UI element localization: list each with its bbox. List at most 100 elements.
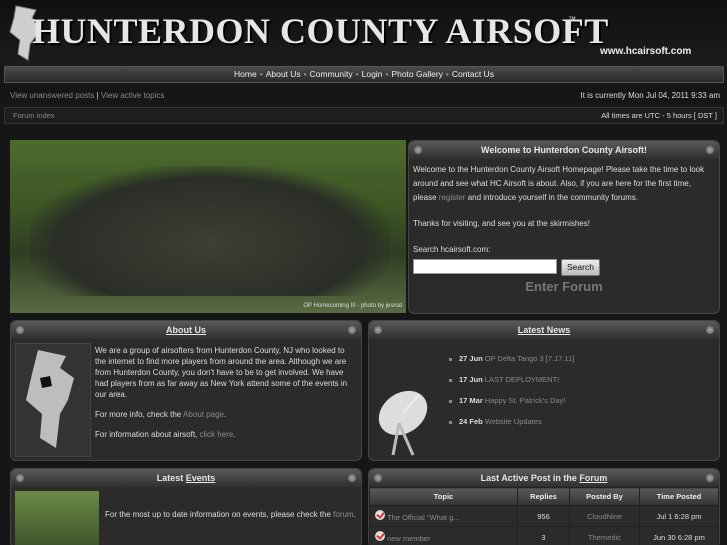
period: . [353, 510, 356, 519]
about-header: About Us [11, 321, 361, 339]
about-more-text: For more info, check the [95, 410, 184, 419]
nav-community[interactable]: Community [310, 69, 353, 79]
topic-link[interactable]: The Official "What g... [387, 513, 460, 522]
photo-caption: OP Homecoming III - photo by jesrod [303, 303, 402, 309]
col-replies: Replies [517, 487, 570, 506]
events-panel: Latest Events For the most up to date in… [10, 468, 362, 545]
news-date: 17 Mar [459, 396, 483, 405]
site-url: www.hcairsoft.com [600, 46, 692, 57]
rivet-icon [706, 146, 714, 154]
rivet-icon [374, 474, 382, 482]
col-topic: Topic [369, 487, 518, 506]
table-row[interactable]: new member 3 Themedic Jun 30 6:28 pm [369, 526, 719, 545]
news-panel: Latest News 27 Jun OP Delta Tango 3 [7.17… [368, 320, 720, 461]
rivet-icon [706, 474, 714, 482]
active-post-panel: Last Active Post in the Forum Topic Repl… [368, 468, 720, 545]
unanswered-posts-link[interactable]: View unanswered posts [10, 91, 94, 100]
period: . [223, 410, 227, 419]
timezone-info: All times are UTC - 5 hours [ DST ] [601, 111, 717, 120]
rivet-icon [16, 474, 24, 482]
main-nav: Home • About Us • Community • Login • Photo Gall… [4, 66, 724, 83]
nav-login[interactable]: Login [362, 69, 383, 79]
topic-cell: The Official "What g... [369, 505, 518, 527]
news-item[interactable]: 17 Mar Happy St. Patrick's Day! [449, 393, 574, 414]
col-posted-by: Posted By [569, 487, 640, 506]
time-cell: Jul 1 6:28 pm [639, 505, 719, 527]
period: . [233, 430, 236, 439]
events-title-text: Latest [156, 473, 186, 483]
events-link[interactable]: Events [186, 473, 216, 483]
bullet-icon [449, 399, 452, 403]
bullet-icon [449, 357, 452, 361]
group-photo: OP Homecoming III - photo by jesrod [10, 140, 406, 313]
sub-bar: View unanswered posts | View active topi… [4, 87, 724, 104]
events-text: For the most up to date information on e… [105, 491, 356, 545]
news-link[interactable]: Happy St. Patrick's Day! [485, 396, 566, 405]
rivet-icon [348, 474, 356, 482]
active-header: Last Active Post in the Forum [369, 469, 719, 487]
table-row[interactable]: The Official "What g... 956 CloudNine Ju… [369, 505, 719, 527]
nav-sep: • [303, 69, 307, 79]
news-date: 24 Feb [459, 417, 483, 426]
about-text: We are a group of airsofters from Hunter… [95, 343, 357, 457]
news-link[interactable]: Website Updates [485, 417, 542, 426]
welcome-header: Welcome to Hunterdon County Airsoft! [409, 141, 719, 159]
site-header: HUNTERDON COUNTY AIRSOFT ™ www.hcairsoft… [0, 0, 727, 66]
search-label: Search hcairsoft.com: [413, 245, 491, 254]
enter-forum-link[interactable]: Enter Forum [413, 280, 715, 294]
news-link[interactable]: LAST DEPLOYMENT! [485, 375, 559, 384]
click-here-link[interactable]: click here [200, 430, 234, 439]
nav-sep: • [259, 69, 263, 79]
nav-home[interactable]: Home [234, 69, 257, 79]
news-item[interactable]: 17 Jun LAST DEPLOYMENT! [449, 372, 574, 393]
about-page-link[interactable]: About page [183, 410, 224, 419]
nav-photo-gallery[interactable]: Photo Gallery [391, 69, 443, 79]
airsoft-info-text: For information about airsoft, [95, 430, 200, 439]
forum-bar: Forum index All times are UTC - 5 hours … [4, 107, 724, 124]
about-more: For more info, check the About page. [95, 409, 357, 420]
rivet-icon [706, 326, 714, 334]
replies-cell: 956 [517, 505, 570, 527]
news-item[interactable]: 27 Jun OP Delta Tango 3 [7.17.11] [449, 351, 574, 372]
bullet-icon [449, 420, 452, 424]
nav-contact[interactable]: Contact Us [452, 69, 494, 79]
news-header: Latest News [369, 321, 719, 339]
nj-map-image [15, 343, 91, 457]
active-topics-link[interactable]: View active topics [101, 91, 164, 100]
author-link[interactable]: Themedic [569, 526, 640, 545]
site-title[interactable]: HUNTERDON COUNTY AIRSOFT [32, 10, 609, 52]
news-link[interactable]: OP Delta Tango 3 [7.17.11] [485, 354, 575, 363]
welcome-title: Welcome to Hunterdon County Airsoft! [481, 145, 647, 155]
about-title[interactable]: About Us [166, 325, 206, 335]
news-list: 27 Jun OP Delta Tango 3 [7.17.11] 17 Jun L… [449, 351, 574, 435]
airsoft-info: For information about airsoft, click her… [95, 429, 357, 440]
active-forum-link[interactable]: Forum [579, 473, 607, 483]
news-item[interactable]: 24 Feb Website Updates [449, 414, 574, 435]
events-title: Latest Events [157, 473, 216, 483]
about-panel: About Us We are a group of airsofters fr… [10, 320, 362, 461]
nav-sep: • [355, 69, 359, 79]
forum-index-link[interactable]: Forum index [13, 111, 55, 120]
nav-sep: • [385, 69, 389, 79]
events-header: Latest Events [11, 469, 361, 487]
replies-cell: 3 [517, 526, 570, 545]
rivet-icon [374, 326, 382, 334]
search-button[interactable]: Search [561, 259, 600, 276]
trademark: ™ [568, 15, 576, 24]
about-paragraph: We are a group of airsofters from Hunter… [95, 346, 348, 399]
rivet-icon [348, 326, 356, 334]
bullet-icon [449, 378, 452, 382]
news-title[interactable]: Latest News [518, 325, 571, 335]
welcome-panel: Welcome to Hunterdon County Airsoft! Wel… [408, 140, 720, 314]
topic-link[interactable]: new member [387, 534, 430, 543]
search-input[interactable] [413, 259, 557, 274]
active-title-text: Last Active Post in the [480, 473, 580, 483]
table-header-row: Topic Replies Posted By Time Posted [369, 487, 719, 506]
register-link[interactable]: register [439, 193, 466, 202]
nav-about[interactable]: About Us [266, 69, 301, 79]
satellite-dish-icon [378, 390, 428, 456]
forum-link[interactable]: forum [333, 510, 353, 519]
author-link[interactable]: CloudNine [569, 505, 640, 527]
checkmark-icon [375, 531, 385, 541]
active-title: Last Active Post in the Forum [481, 473, 608, 483]
